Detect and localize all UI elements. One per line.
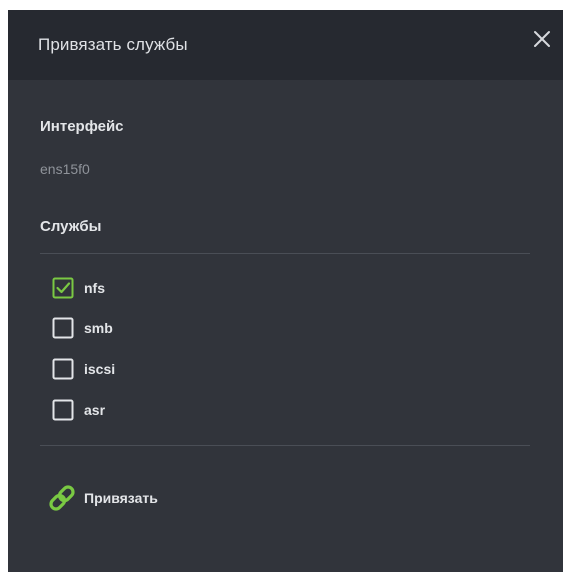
- interface-label: Интерфейс: [40, 118, 124, 135]
- service-label: iscsi: [84, 361, 116, 377]
- link-icon: [49, 485, 75, 511]
- checkbox-unchecked-icon[interactable]: [52, 317, 74, 339]
- service-label: asr: [84, 402, 106, 418]
- checkbox-checked-icon[interactable]: [52, 277, 74, 299]
- bind-label: Привязать: [84, 490, 158, 506]
- service-label: nfs: [84, 280, 105, 296]
- checkbox-unchecked-icon[interactable]: [52, 399, 74, 421]
- checkbox-unchecked-icon[interactable]: [52, 358, 74, 380]
- dialog-header: Привязать службы: [8, 10, 563, 80]
- service-checkbox-nfs[interactable]: nfs: [52, 277, 105, 299]
- service-checkbox-iscsi[interactable]: iscsi: [52, 358, 115, 380]
- bind-services-dialog: Привязать службы Интерфейс ens15f0 Служб…: [8, 10, 563, 572]
- close-icon: [534, 31, 550, 47]
- divider: [40, 445, 530, 446]
- service-label: smb: [84, 320, 113, 336]
- close-button[interactable]: [531, 28, 553, 50]
- interface-value: ens15f0: [40, 161, 90, 177]
- divider: [40, 253, 530, 254]
- service-checkbox-asr[interactable]: asr: [52, 399, 105, 421]
- bind-button[interactable]: Привязать: [46, 482, 158, 514]
- service-checkbox-smb[interactable]: smb: [52, 317, 113, 339]
- services-label: Службы: [40, 218, 102, 235]
- dialog-title: Привязать службы: [38, 35, 188, 54]
